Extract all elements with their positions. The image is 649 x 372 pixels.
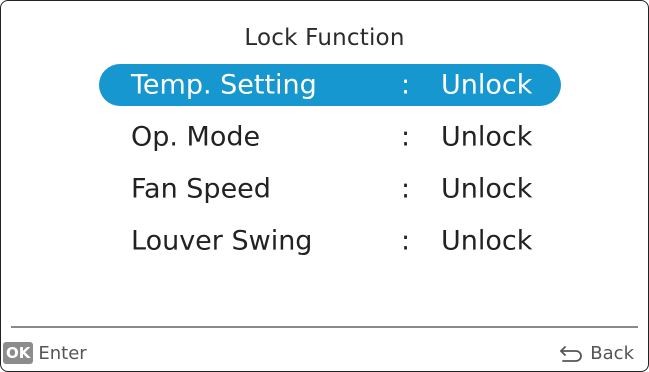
menu-item-value: Unlock [441,121,533,153]
menu-item-value: Unlock [441,173,533,205]
menu-item-label: Op. Mode [131,121,261,153]
enter-hint[interactable]: OK Enter [3,341,87,365]
menu-item-separator: : [401,121,411,153]
menu-item-label: Fan Speed [131,173,271,205]
menu-item-op-mode[interactable]: Op. Mode : Unlock [99,116,561,158]
menu-item-separator: : [401,225,411,257]
menu-item-separator: : [401,69,411,101]
menu-item-separator: : [401,173,411,205]
menu-item-value: Unlock [441,69,533,101]
page-title: Lock Function [244,25,405,51]
back-hint[interactable]: Back [558,341,634,365]
lock-function-screen: Lock Function Temp. Setting : Unlock Op.… [0,0,649,372]
back-arrow-icon [558,344,584,362]
menu-item-label: Louver Swing [131,225,313,257]
menu-item-value: Unlock [441,225,533,257]
enter-label: Enter [38,342,87,364]
menu-item-label: Temp. Setting [131,69,317,101]
menu-item-temp-setting[interactable]: Temp. Setting : Unlock [99,64,561,106]
ok-badge: OK [3,342,34,364]
footer-divider [11,326,638,328]
back-label: Back [590,342,634,364]
menu-item-louver-swing[interactable]: Louver Swing : Unlock [99,220,561,262]
menu-item-fan-speed[interactable]: Fan Speed : Unlock [99,168,561,210]
